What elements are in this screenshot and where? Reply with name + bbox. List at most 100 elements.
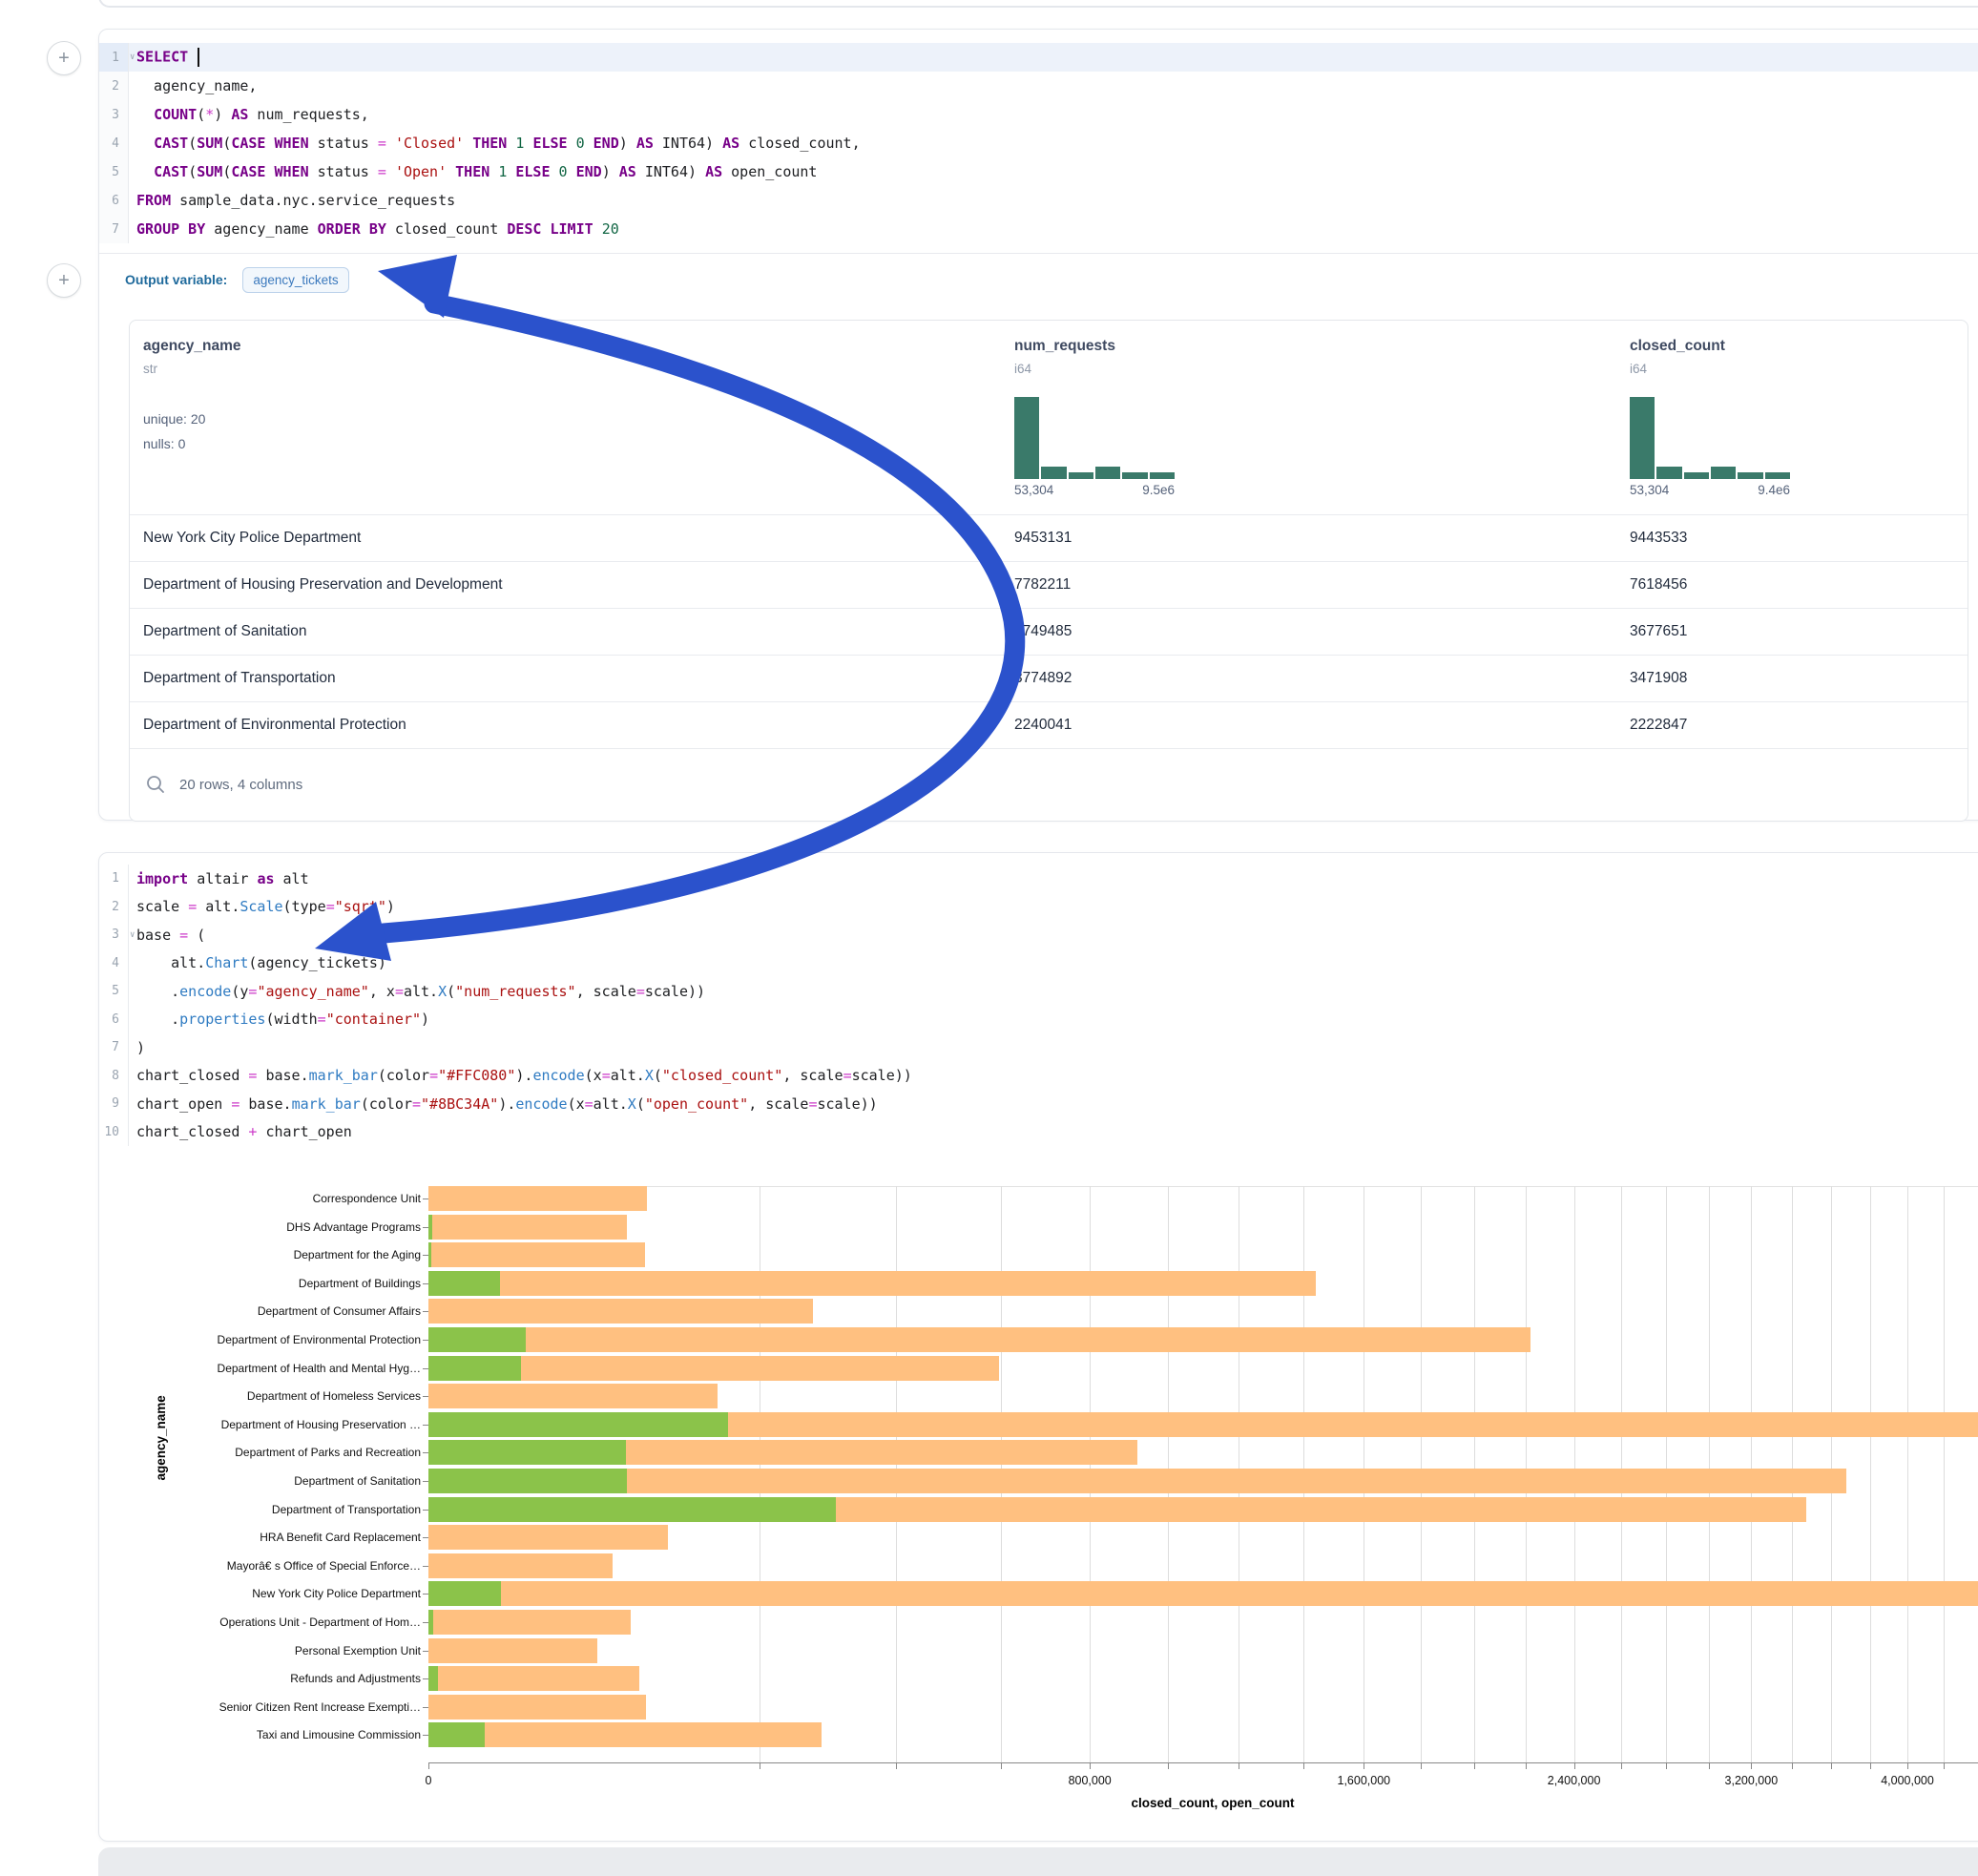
x-axis-tick-label: 2,400,000	[1548, 1774, 1601, 1787]
line-number: 5	[99, 157, 129, 186]
histogram-bar	[1711, 467, 1736, 479]
line-number: 9	[99, 1090, 129, 1118]
code-line[interactable]: 1∨SELECT	[99, 43, 1978, 72]
y-axis-label: HRA Benefit Card Replacement	[260, 1531, 421, 1544]
code-line[interactable]: 9chart_open = base.mark_bar(color="#8BC3…	[99, 1090, 1978, 1118]
column-type: i64	[1630, 362, 1968, 376]
table-cell: Department of Housing Preservation and D…	[130, 576, 1001, 594]
result-table: agency_namestrunique: 20nulls: 0num_requ…	[129, 320, 1968, 822]
x-axis-tick	[1907, 1763, 1908, 1769]
gridline	[1303, 1186, 1304, 1762]
gridline	[1831, 1186, 1832, 1762]
x-axis-tick	[1870, 1763, 1871, 1769]
code-line[interactable]: 2 agency_name,	[99, 72, 1978, 100]
table-footer: 20 rows, 4 columns	[130, 748, 1968, 821]
table-row: Department of Transportation377489234719…	[130, 655, 1968, 701]
column-header[interactable]: num_requestsi6453,3049.5e6	[1001, 321, 1616, 514]
plus-icon: +	[58, 49, 70, 68]
bar-open	[428, 1610, 433, 1635]
python-editor[interactable]: 1import altair as alt2scale = alt.Scale(…	[99, 853, 1978, 1146]
y-axis-tick	[423, 1481, 428, 1482]
sql-cell-card: 1∨SELECT 2 agency_name,3 COUNT(*) AS num…	[98, 29, 1978, 821]
column-type: i64	[1014, 362, 1616, 376]
y-axis-tick	[423, 1622, 428, 1623]
y-axis-tick	[423, 1566, 428, 1567]
table-cell: Department of Transportation	[130, 670, 1001, 687]
x-axis-tick	[1944, 1763, 1945, 1769]
code-text: agency_name,	[129, 77, 257, 94]
x-axis-tick	[1751, 1763, 1752, 1769]
y-axis-tick	[423, 1651, 428, 1652]
histogram-bar	[1069, 472, 1093, 479]
gridline	[1526, 1186, 1527, 1762]
table-cell: 7618456	[1616, 576, 1968, 594]
histogram-bar	[1095, 467, 1120, 479]
code-text: COUNT(*) AS num_requests,	[129, 106, 369, 123]
x-axis-tick	[896, 1763, 897, 1769]
y-axis-label: Mayorâ€ s Office of Special Enforce…	[227, 1559, 421, 1573]
y-axis-label: DHS Advantage Programs	[286, 1220, 421, 1234]
search-icon[interactable]	[145, 774, 166, 795]
column-type: str	[143, 362, 1001, 376]
sql-editor[interactable]: 1∨SELECT 2 agency_name,3 COUNT(*) AS num…	[99, 30, 1978, 254]
code-text: import altair as alt	[129, 870, 309, 887]
y-axis-tick	[423, 1425, 428, 1426]
code-text: CAST(SUM(CASE WHEN status = 'Closed' THE…	[129, 135, 861, 152]
table-row: Department of Sanitation37494853677651	[130, 608, 1968, 655]
code-line[interactable]: 7GROUP BY agency_name ORDER BY closed_co…	[99, 215, 1978, 243]
code-line[interactable]: 4 CAST(SUM(CASE WHEN status = 'Closed' T…	[99, 129, 1978, 157]
y-axis-label: Refunds and Adjustments	[290, 1672, 421, 1685]
bar-open	[428, 1497, 836, 1522]
x-axis-tick-label: 4,000,000	[1881, 1774, 1934, 1787]
gridline	[1751, 1186, 1752, 1762]
code-line[interactable]: 1import altair as alt	[99, 865, 1978, 893]
add-cell-button-top[interactable]: +	[47, 41, 81, 75]
y-axis-tick	[423, 1227, 428, 1228]
bar-closed	[428, 1666, 639, 1691]
code-line[interactable]: 3 COUNT(*) AS num_requests,	[99, 100, 1978, 129]
code-line[interactable]: 3∨base = (	[99, 921, 1978, 949]
previous-cell-edge	[98, 0, 1978, 8]
table-cell: 3749485	[1001, 623, 1616, 640]
y-axis-tick	[423, 1452, 428, 1453]
gridline	[1474, 1186, 1475, 1762]
fold-caret-icon[interactable]: ∨	[130, 52, 135, 62]
fold-caret-icon[interactable]: ∨	[130, 930, 135, 940]
column-header[interactable]: closed_counti6453,3049.4e6	[1616, 321, 1968, 514]
code-line[interactable]: 4 alt.Chart(agency_tickets)	[99, 949, 1978, 978]
bar-closed	[428, 1440, 1137, 1465]
column-histogram: 53,3049.4e6	[1630, 397, 1790, 497]
y-axis-tick	[423, 1537, 428, 1538]
bar-open	[428, 1666, 438, 1691]
gridline	[1090, 1186, 1091, 1762]
code-line[interactable]: 5 .encode(y="agency_name", x=alt.X("num_…	[99, 977, 1978, 1006]
code-line[interactable]: 10chart_closed + chart_open	[99, 1118, 1978, 1147]
table-cell: 3774892	[1001, 670, 1616, 687]
gridline	[1666, 1186, 1667, 1762]
next-cell-edge	[98, 1847, 1978, 1876]
bar-closed	[428, 1525, 668, 1550]
output-variable-label: Output variable:	[125, 272, 227, 287]
line-number: 2	[99, 893, 129, 922]
gridline	[1621, 1186, 1622, 1762]
histogram-min-label: 53,304	[1014, 483, 1053, 497]
code-line[interactable]: 5 CAST(SUM(CASE WHEN status = 'Open' THE…	[99, 157, 1978, 186]
output-variable-chip[interactable]: agency_tickets	[242, 267, 348, 293]
y-axis-tick	[423, 1311, 428, 1312]
table-cell: 9453131	[1001, 530, 1616, 547]
code-line[interactable]: 2scale = alt.Scale(type="sqrt")	[99, 893, 1978, 922]
code-line[interactable]: 8chart_closed = base.mark_bar(color="#FF…	[99, 1062, 1978, 1091]
bar-closed	[428, 1327, 1530, 1352]
column-header[interactable]: agency_namestrunique: 20nulls: 0	[130, 321, 1001, 514]
code-line[interactable]: 6 .properties(width="container")	[99, 1006, 1978, 1034]
line-number: 2	[99, 72, 129, 100]
code-text: scale = alt.Scale(type="sqrt")	[129, 898, 395, 915]
text-cursor	[198, 48, 199, 67]
table-cell: 7782211	[1001, 576, 1616, 594]
code-line[interactable]: 6FROM sample_data.nyc.service_requests	[99, 186, 1978, 215]
add-cell-button-output[interactable]: +	[47, 263, 81, 298]
code-line[interactable]: 7)	[99, 1033, 1978, 1062]
gridline	[1792, 1186, 1793, 1762]
y-axis-tick	[423, 1396, 428, 1397]
bar-open	[428, 1215, 432, 1240]
